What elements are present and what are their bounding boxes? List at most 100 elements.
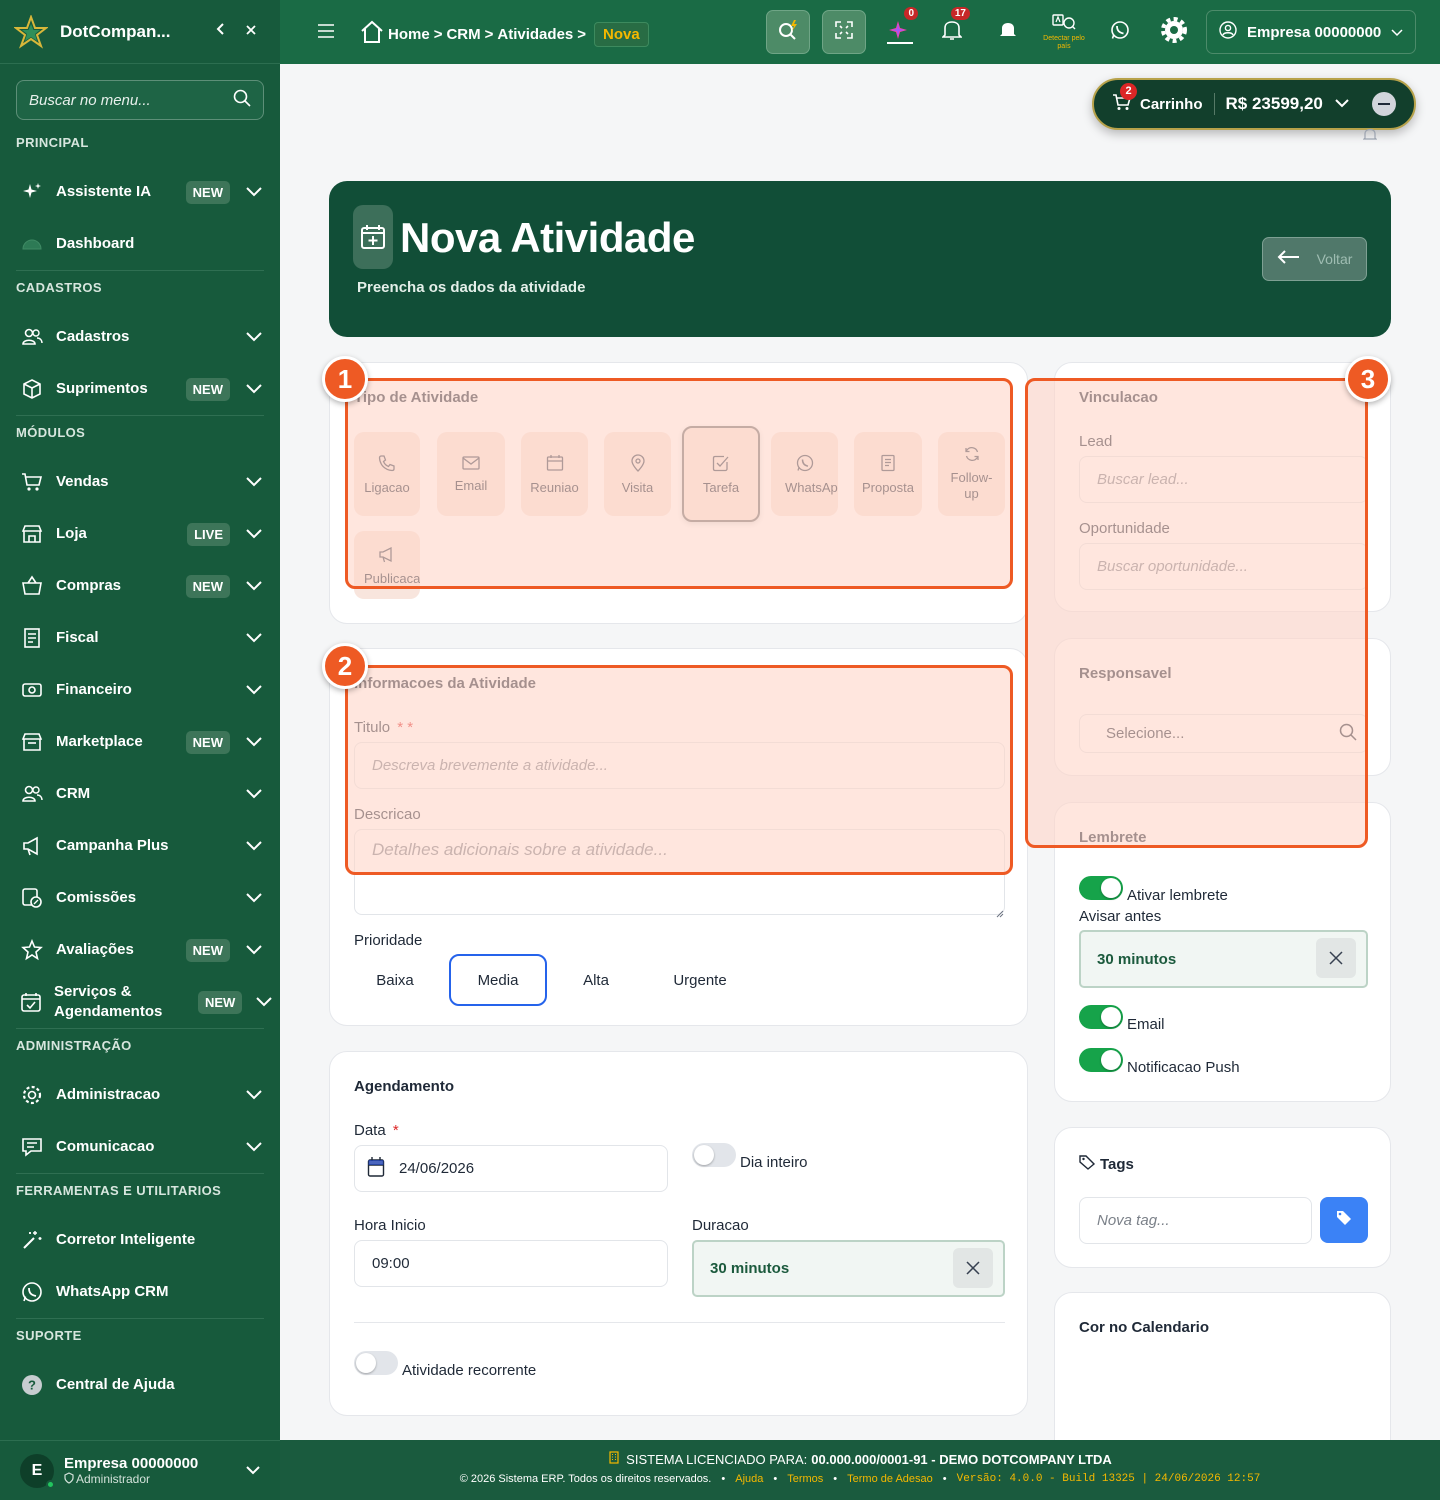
breadcrumb-atividades[interactable]: Atividades bbox=[497, 26, 573, 43]
sidebar-item-label: Serviços & Agendamentos bbox=[54, 983, 163, 1020]
type-option-proposta[interactable]: Proposta bbox=[854, 432, 922, 516]
bullet: • bbox=[942, 1473, 947, 1485]
hora-value: 09:00 bbox=[372, 1255, 410, 1272]
sidebar-item-suprimentos[interactable]: Suprimentos NEW bbox=[0, 363, 280, 415]
chevron-down-icon[interactable] bbox=[1335, 95, 1349, 113]
type-option-email[interactable]: Email bbox=[437, 432, 505, 516]
menu-search-input[interactable] bbox=[29, 91, 233, 109]
push-toggle[interactable]: Notificacao Push bbox=[1079, 1043, 1240, 1076]
collapse-sidebar-icon[interactable] bbox=[206, 22, 236, 41]
type-option-visita[interactable]: Visita bbox=[604, 432, 671, 516]
sidebar-item-vendas[interactable]: Vendas bbox=[0, 456, 280, 508]
footer-link-termos[interactable]: Termos bbox=[787, 1473, 823, 1485]
chevron-down-icon bbox=[244, 384, 264, 394]
ativar-lembrete-switch[interactable] bbox=[1079, 875, 1123, 900]
sidebar-item-assistente-ia[interactable]: Assistente IA NEW bbox=[0, 166, 280, 218]
alerts-button[interactable] bbox=[986, 10, 1030, 54]
data-field[interactable]: 24/06/2026 bbox=[354, 1145, 668, 1192]
resize-handle-icon[interactable] bbox=[996, 905, 1004, 923]
hora-field[interactable]: 09:00 bbox=[354, 1240, 668, 1287]
close-sidebar-icon[interactable] bbox=[236, 23, 266, 41]
sparkles-icon bbox=[20, 180, 44, 204]
dia-inteiro-switch[interactable] bbox=[692, 1142, 736, 1167]
cart-summary[interactable]: 2 Carrinho R$ 23599,20 bbox=[1092, 78, 1416, 130]
bell-icon[interactable] bbox=[1362, 128, 1378, 147]
oportunidade-search-input[interactable] bbox=[1097, 558, 1350, 575]
sidebar-item-fiscal[interactable]: Fiscal bbox=[0, 612, 280, 664]
clear-avisar-icon[interactable] bbox=[1316, 938, 1356, 978]
sidebar-item-financeiro[interactable]: Financeiro bbox=[0, 664, 280, 716]
email-toggle[interactable]: Email bbox=[1079, 1000, 1165, 1033]
sidebar-item-corretor[interactable]: Corretor Inteligente bbox=[0, 1214, 280, 1266]
type-option-follow-up[interactable]: Follow-up bbox=[938, 432, 1005, 516]
type-option-ligacao[interactable]: Ligacao bbox=[354, 432, 420, 516]
user-profile[interactable]: E Empresa 00000000 Administrador bbox=[0, 1440, 280, 1500]
dia-inteiro-toggle[interactable]: Dia inteiro bbox=[692, 1138, 808, 1171]
section-cadastros: CADASTROS bbox=[16, 279, 102, 295]
sidebar-item-label: Fiscal bbox=[56, 629, 99, 646]
sidebar-item-servicos-agendamentos[interactable]: Serviços & Agendamentos NEW bbox=[0, 976, 280, 1028]
priority-media[interactable]: Media bbox=[449, 954, 547, 1006]
duracao-select[interactable]: 30 minutos bbox=[692, 1240, 1005, 1297]
priority-baixa[interactable]: Baixa bbox=[353, 954, 437, 1006]
footer-links: © 2026 Sistema ERP. Todos os direitos re… bbox=[280, 1473, 1440, 1485]
quick-search-button[interactable] bbox=[766, 10, 810, 54]
sidebar-item-comunicacao[interactable]: Comunicacao bbox=[0, 1121, 280, 1173]
type-option-reuniao[interactable]: Reuniao bbox=[521, 432, 588, 516]
responsavel-select[interactable]: Selecione... bbox=[1079, 714, 1368, 753]
chevron-down-icon[interactable] bbox=[246, 1462, 260, 1480]
email-switch[interactable] bbox=[1079, 1004, 1123, 1029]
calendar-icon bbox=[367, 1156, 385, 1182]
sidebar-item-loja[interactable]: Loja LIVE bbox=[0, 508, 280, 560]
whatsapp-button[interactable] bbox=[1098, 10, 1142, 54]
sidebar-item-campanha-plus[interactable]: Campanha Plus bbox=[0, 820, 280, 872]
sidebar-item-dashboard[interactable]: Dashboard bbox=[0, 218, 280, 270]
menu-toggle-icon[interactable] bbox=[318, 24, 334, 43]
ativar-lembrete-toggle[interactable]: Ativar lembrete bbox=[1079, 871, 1228, 904]
star-icon bbox=[20, 938, 44, 962]
priority-urgente[interactable]: Urgente bbox=[650, 954, 750, 1006]
avisar-select[interactable]: 30 minutos bbox=[1079, 930, 1368, 988]
tag-input[interactable] bbox=[1097, 1212, 1294, 1229]
sidebar-item-administracao[interactable]: Administracao bbox=[0, 1069, 280, 1121]
recorrente-switch[interactable] bbox=[354, 1350, 398, 1375]
descricao-textarea[interactable] bbox=[372, 840, 987, 860]
breadcrumb-home[interactable]: Home bbox=[388, 26, 430, 43]
recorrente-toggle[interactable]: Atividade recorrente bbox=[354, 1346, 536, 1379]
titulo-input[interactable] bbox=[372, 757, 987, 774]
chevron-down-icon bbox=[244, 529, 264, 539]
footer-link-ajuda[interactable]: Ajuda bbox=[735, 1473, 763, 1485]
settings-button[interactable] bbox=[1152, 10, 1196, 54]
breadcrumb-crm[interactable]: CRM bbox=[446, 26, 480, 43]
notifications-button[interactable]: 17 bbox=[930, 7, 974, 54]
fullscreen-button[interactable] bbox=[822, 10, 866, 54]
push-switch[interactable] bbox=[1079, 1047, 1123, 1072]
priority-alta[interactable]: Alta bbox=[557, 954, 635, 1006]
back-button[interactable]: Voltar bbox=[1262, 237, 1367, 281]
sidebar-item-comissoes[interactable]: Comissões bbox=[0, 872, 280, 924]
sidebar-item-avaliacoes[interactable]: Avaliações NEW bbox=[0, 924, 280, 976]
ai-assistant-button[interactable]: 0 bbox=[878, 7, 922, 54]
sidebar-item-central-ajuda[interactable]: ? Central de Ajuda bbox=[0, 1359, 280, 1411]
sidebar-item-cadastros[interactable]: Cadastros bbox=[0, 311, 280, 363]
company-selector[interactable]: Empresa 00000000 bbox=[1206, 10, 1416, 54]
minimize-cart-icon[interactable] bbox=[1372, 92, 1396, 116]
sidebar-item-marketplace[interactable]: Marketplace NEW bbox=[0, 716, 280, 768]
type-option-whatsapp[interactable]: WhatsApp bbox=[771, 432, 838, 516]
clear-duracao-icon[interactable] bbox=[953, 1248, 993, 1288]
footer-link-termo-adesao[interactable]: Termo de Adesao bbox=[847, 1473, 933, 1485]
sidebar-item-crm[interactable]: CRM bbox=[0, 768, 280, 820]
chevron-down-icon bbox=[244, 633, 264, 643]
detect-country-button[interactable]: Detectar pelo país bbox=[1042, 10, 1086, 54]
building-icon bbox=[608, 1451, 620, 1467]
search-icon[interactable] bbox=[233, 89, 251, 112]
sidebar-item-compras[interactable]: Compras NEW bbox=[0, 560, 280, 612]
sidebar-item-whatsapp-crm[interactable]: WhatsApp CRM bbox=[0, 1266, 280, 1318]
cart-label: Carrinho bbox=[1140, 95, 1203, 113]
add-tag-button[interactable] bbox=[1320, 1197, 1368, 1243]
type-option-tarefa[interactable]: Tarefa bbox=[682, 426, 760, 522]
home-icon[interactable] bbox=[360, 20, 384, 48]
lead-search-input[interactable] bbox=[1097, 471, 1350, 488]
chevron-down-icon bbox=[244, 332, 264, 342]
type-option-publicacao[interactable]: Publicacao bbox=[354, 531, 420, 599]
